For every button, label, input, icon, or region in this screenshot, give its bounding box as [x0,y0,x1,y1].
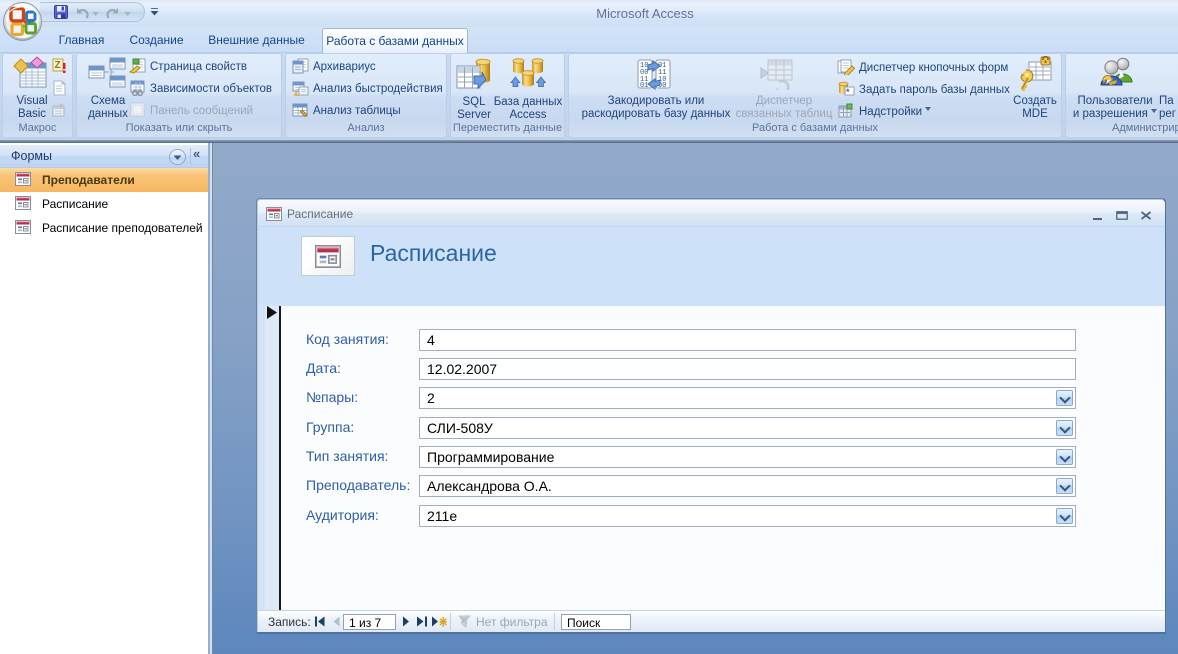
svg-text:*: * [846,87,850,97]
svg-text:Z: Z [55,60,61,71]
svg-text:01: 01 [640,82,648,90]
